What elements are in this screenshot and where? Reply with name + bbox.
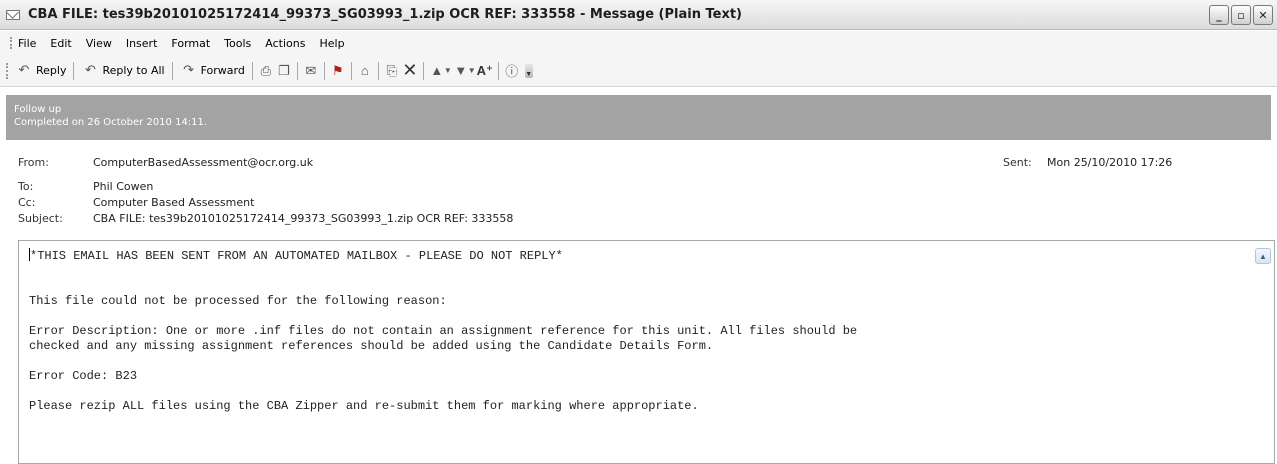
subject-label: Subject:: [18, 212, 63, 225]
menu-tools[interactable]: Tools: [224, 37, 251, 50]
toolbar-separator: [171, 61, 173, 80]
restore-button[interactable]: ▫: [1231, 5, 1251, 25]
from-value[interactable]: ComputerBasedAssessment@ocr.org.uk: [93, 156, 313, 169]
sent-label: Sent:: [1003, 156, 1032, 169]
reply-all-button[interactable]: ↶ Reply to All: [78, 60, 167, 82]
cc-label: Cc:: [18, 196, 36, 209]
previous-item-dropdown-icon[interactable]: ▼: [444, 66, 452, 75]
delete-icon[interactable]: ✕: [401, 60, 419, 80]
toolbar-separator: [323, 61, 325, 80]
move-to-folder-icon[interactable]: ✉: [302, 62, 320, 80]
message-header: From: ComputerBasedAssessment@ocr.org.uk…: [0, 146, 1277, 236]
body-line-error-description: Error Description: One or more .inf file…: [29, 324, 858, 338]
help-icon[interactable]: ⓘ: [503, 62, 521, 80]
scroll-up-button[interactable]: ▲: [1255, 248, 1271, 264]
reply-all-icon: ↶: [85, 63, 96, 78]
to-value[interactable]: Phil Cowen: [93, 180, 153, 193]
find-icon[interactable]: ⎘: [383, 62, 401, 80]
follow-up-infobar[interactable]: Follow up Completed on 26 October 2010 1…: [6, 95, 1271, 140]
toolbar-separator: [73, 61, 75, 80]
forward-icon: ↷: [183, 63, 195, 78]
font-size-icon[interactable]: A⁺: [476, 62, 494, 80]
sent-row: Sent: Mon 25/10/2010 17:26: [1003, 156, 1172, 169]
window-title: CBA FILE: tes39b20101025172414_99373_SG0…: [28, 7, 742, 22]
toolbar-grip-handle[interactable]: [6, 62, 8, 79]
menu-format[interactable]: Format: [171, 37, 210, 50]
minimize-button[interactable]: _: [1209, 5, 1229, 25]
message-body[interactable]: *THIS EMAIL HAS BEEN SENT FROM AN AUTOMA…: [18, 240, 1275, 464]
toolbar-separator: [422, 61, 424, 80]
reply-button[interactable]: ↶ Reply: [12, 60, 69, 82]
from-row: From: ComputerBasedAssessment@ocr.org.uk: [18, 156, 313, 169]
to-row: To: Phil Cowen: [18, 180, 153, 193]
body-line-notice: *THIS EMAIL HAS BEEN SENT FROM AN AUTOMA…: [30, 249, 563, 263]
flag-icon[interactable]: ⚑: [329, 62, 347, 80]
mark-unread-icon[interactable]: ⌂: [356, 62, 374, 80]
cc-row: Cc: Computer Based Assessment: [18, 196, 254, 209]
toolbar-separator: [296, 61, 298, 80]
window-controls: _ ▫ ✕: [1209, 5, 1273, 25]
body-line-rezip-instructions: Please rezip ALL files using the CBA Zip…: [29, 399, 699, 413]
sent-value: Mon 25/10/2010 17:26: [1047, 156, 1173, 169]
toolbar-options-icon[interactable]: ▼: [524, 63, 533, 78]
menu-insert[interactable]: Insert: [126, 37, 158, 50]
menu-grip-handle[interactable]: [10, 37, 12, 49]
reply-all-label: Reply to All: [102, 64, 165, 77]
subject-row: Subject: CBA FILE: tes39b20101025172414_…: [18, 212, 513, 225]
reply-label: Reply: [36, 64, 67, 77]
to-label: To:: [18, 180, 34, 193]
toolbar-separator: [251, 61, 253, 80]
menu-help[interactable]: Help: [319, 37, 344, 50]
menu-file[interactable]: File: [18, 37, 36, 50]
from-label: From:: [18, 156, 49, 169]
next-item-dropdown-icon[interactable]: ▼: [468, 66, 476, 75]
title-bar: CBA FILE: tes39b20101025172414_99373_SG0…: [0, 0, 1277, 30]
menu-actions[interactable]: Actions: [265, 37, 305, 50]
toolbar-separator: [497, 61, 499, 80]
print-icon[interactable]: ⎙: [257, 62, 275, 80]
follow-up-label: Follow up: [14, 104, 62, 115]
cc-value[interactable]: Computer Based Assessment: [93, 196, 254, 209]
body-line-error-description-cont: checked and any missing assignment refer…: [29, 339, 714, 353]
subject-value: CBA FILE: tes39b20101025172414_99373_SG0…: [93, 212, 514, 225]
toolbar-separator: [377, 61, 379, 80]
message-body-text[interactable]: *THIS EMAIL HAS BEEN SENT FROM AN AUTOMA…: [29, 248, 857, 414]
forward-label: Forward: [200, 64, 245, 77]
reply-icon: ↶: [18, 63, 30, 78]
follow-up-completed-text: Completed on 26 October 2010 14:11.: [14, 117, 208, 128]
close-button[interactable]: ✕: [1253, 5, 1273, 25]
standard-toolbar: ↶ Reply ↶ Reply to All ↷ Forward ⎙ ❐ ✉ ⚑…: [0, 55, 1277, 87]
forward-button[interactable]: ↷ Forward: [177, 60, 248, 82]
menu-edit[interactable]: Edit: [50, 37, 71, 50]
menu-view[interactable]: View: [86, 37, 112, 50]
copy-icon[interactable]: ❐: [275, 62, 293, 80]
message-envelope-icon: [6, 9, 20, 20]
body-line-error-code: Error Code: B23: [29, 369, 138, 383]
body-line-reason-intro: This file could not be processed for the…: [29, 294, 447, 308]
toolbar-separator: [350, 61, 352, 80]
menu-bar: File Edit View Insert Format Tools Actio…: [0, 31, 1277, 55]
